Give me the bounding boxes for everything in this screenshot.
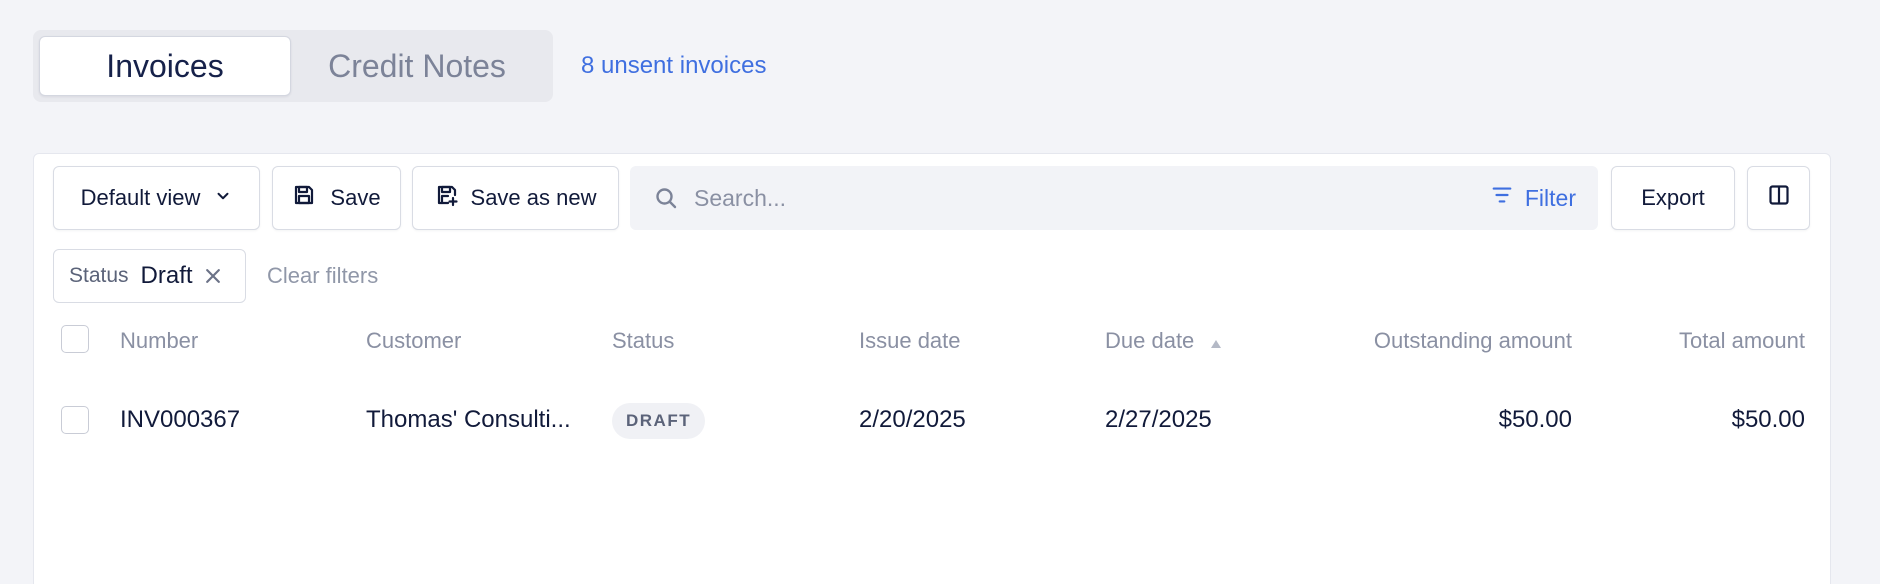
default-view-label: Default view <box>80 185 201 210</box>
filter-icon <box>1491 184 1513 212</box>
unsent-invoices-link[interactable]: 8 unsent invoices <box>581 50 766 82</box>
clear-filters-link[interactable]: Clear filters <box>267 262 378 290</box>
customer-name: Thomas' Consulti... <box>366 406 571 433</box>
save-as-new-label: Save as new <box>470 185 597 210</box>
invoice-type-tabs: Invoices Credit Notes <box>33 30 553 102</box>
filter-button[interactable]: Filter <box>1491 166 1576 230</box>
column-header-status[interactable]: Status <box>612 326 674 356</box>
column-header-due-date-label: Due date <box>1105 328 1195 353</box>
columns-layout-icon <box>1767 183 1791 213</box>
save-button[interactable]: Save <box>272 166 401 230</box>
status-badge: DRAFT <box>612 403 706 439</box>
default-view-dropdown[interactable]: Default view <box>53 166 260 230</box>
column-header-issue-date[interactable]: Issue date <box>859 326 961 356</box>
column-header-total-amount[interactable]: Total amount <box>1679 326 1805 356</box>
search-icon <box>654 186 678 210</box>
floppy-disk-icon <box>292 183 316 213</box>
search-bar: Filter <box>630 166 1598 230</box>
sort-ascending-icon <box>1210 327 1222 357</box>
toggle-columns-button[interactable] <box>1747 166 1810 230</box>
chevron-down-icon <box>214 185 232 211</box>
due-date: 2/27/2025 <box>1105 406 1212 433</box>
export-button[interactable]: Export <box>1611 166 1735 230</box>
filter-chip-value: Draft <box>140 262 193 289</box>
column-header-customer[interactable]: Customer <box>366 326 461 356</box>
status-filter-chip[interactable]: Status Draft <box>53 249 246 303</box>
save-label: Save <box>330 185 381 210</box>
column-header-number[interactable]: Number <box>120 326 198 356</box>
row-checkbox[interactable] <box>61 406 89 434</box>
tab-credit-notes[interactable]: Credit Notes <box>291 36 543 96</box>
export-label: Export <box>1641 185 1705 210</box>
select-all-checkbox[interactable] <box>61 325 89 353</box>
column-header-due-date[interactable]: Due date <box>1105 326 1222 357</box>
floppy-disk-plus-icon <box>435 183 459 213</box>
invoice-number[interactable]: INV000367 <box>120 404 240 436</box>
save-as-new-button[interactable]: Save as new <box>412 166 619 230</box>
outstanding-amount: $50.00 <box>1498 406 1572 433</box>
filter-chip-field: Status <box>69 264 129 287</box>
invoices-table-card: Default view Save Save as new Filter Exp… <box>33 153 1831 584</box>
filter-label: Filter <box>1524 184 1576 211</box>
tab-invoices[interactable]: Invoices <box>39 36 291 96</box>
close-icon[interactable] <box>203 266 223 286</box>
total-amount: $50.00 <box>1731 406 1805 433</box>
search-input[interactable] <box>694 178 1474 218</box>
issue-date: 2/20/2025 <box>859 406 966 433</box>
column-header-outstanding-amount[interactable]: Outstanding amount <box>1374 326 1572 356</box>
